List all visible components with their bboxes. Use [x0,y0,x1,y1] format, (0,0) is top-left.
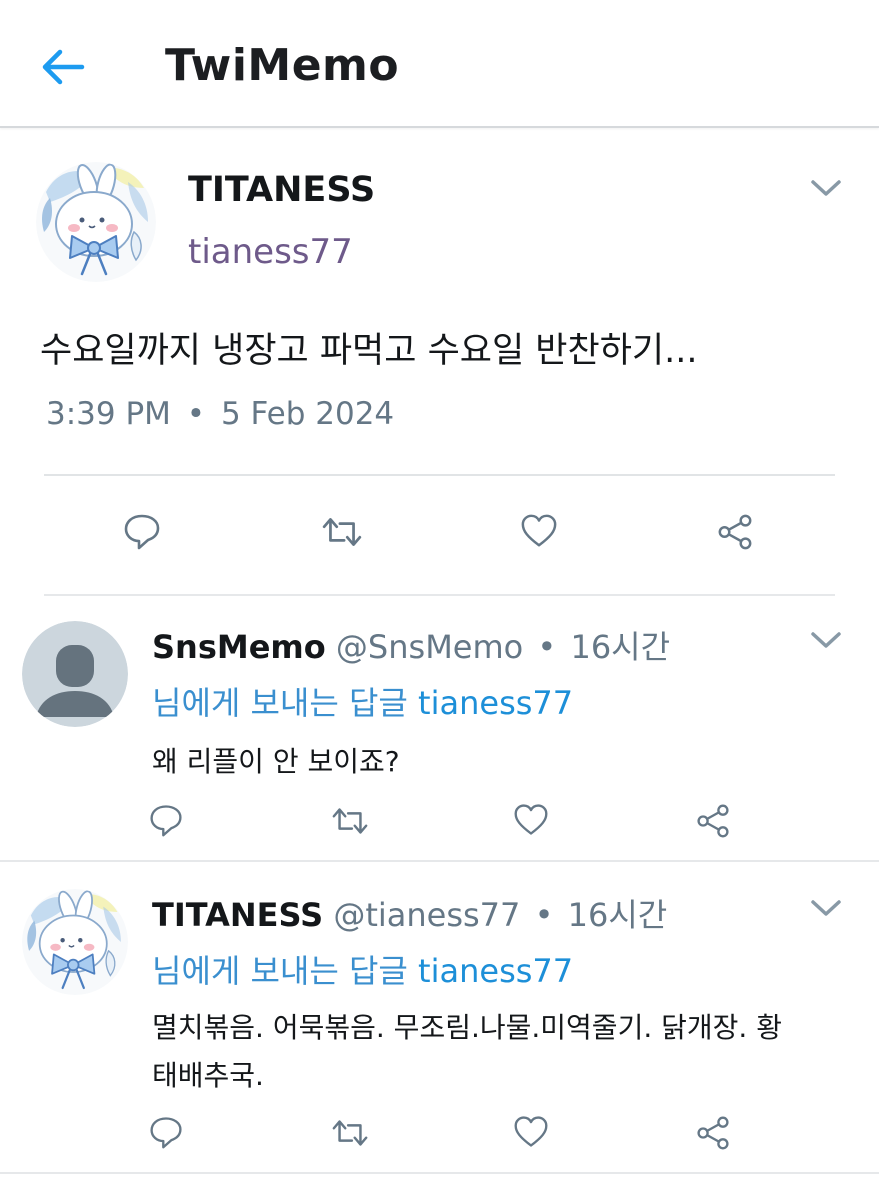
default-user-icon[interactable] [22,621,128,727]
tweet-time: 3:39 PM [46,396,171,432]
app-title: TwiMemo [165,40,400,91]
share-icon[interactable] [695,803,731,839]
reply-icon[interactable] [148,1114,184,1150]
reply-icon[interactable] [122,511,162,551]
chevron-down-icon[interactable] [808,628,844,652]
like-icon[interactable] [513,1114,549,1150]
like-icon[interactable] [513,802,549,838]
chevron-down-icon[interactable] [808,896,844,920]
avatar[interactable] [22,889,128,995]
tweet-text: 수요일까지 냉장고 파먹고 수요일 반찬하기... [40,331,698,371]
divider [44,594,835,596]
top-bar: TwiMemo [0,0,879,128]
reply-to-label: 님에게 보내는 답글 [152,684,408,722]
author-name[interactable]: TITANESS [152,896,323,934]
tweet-text-line: 태배추국. [152,1059,264,1092]
divider [0,860,879,862]
author-name[interactable]: TITANESS [188,170,375,210]
separator-dot: • [537,628,557,666]
reply-header: TITANESS @tianess77 • 16시간 [152,890,667,936]
separator-dot: • [186,396,206,432]
share-icon[interactable] [695,1115,731,1151]
reply-to-line: 님에게 보내는 답글 tianess77 [152,678,573,724]
reply-to-line: 님에게 보내는 답글 tianess77 [152,946,573,992]
reply-icon[interactable] [148,802,184,838]
divider [44,474,835,476]
chevron-down-icon[interactable] [808,176,844,200]
retweet-icon[interactable] [330,1114,370,1152]
like-icon[interactable] [520,512,558,550]
author-handle[interactable]: @tianess77 [333,896,520,934]
author-name[interactable]: SnsMemo [152,628,326,666]
share-icon[interactable] [716,513,754,551]
tweet-timestamp: 3:39 PM • 5 Feb 2024 [46,396,394,432]
author-handle[interactable]: tianess77 [188,232,353,272]
tweet-date: 5 Feb 2024 [220,396,395,432]
avatar[interactable] [36,162,156,282]
tweet-text: 왜 리플이 안 보이죠? [152,745,400,778]
back-arrow-icon[interactable] [38,44,88,90]
divider [0,1172,879,1174]
reply-header: SnsMemo @SnsMemo • 16시간 [152,622,670,668]
separator-dot: • [534,896,554,934]
retweet-icon[interactable] [330,802,370,840]
reply-to-label: 님에게 보내는 답글 [152,952,408,990]
author-handle[interactable]: @SnsMemo [336,628,523,666]
tweet-age: 16시간 [567,896,668,934]
retweet-icon[interactable] [320,511,364,553]
tweet-text: 멸치볶음. 어묵볶음. 무조림.나물.미역줄기. 닭개장. 황 태배추국. [152,1004,782,1100]
reply-to-handle[interactable]: tianess77 [418,684,573,722]
tweet-age: 16시간 [570,628,671,666]
reply-to-handle[interactable]: tianess77 [418,952,573,990]
tweet-text-line: 멸치볶음. 어묵볶음. 무조림.나물.미역줄기. 닭개장. 황 [152,1011,782,1044]
